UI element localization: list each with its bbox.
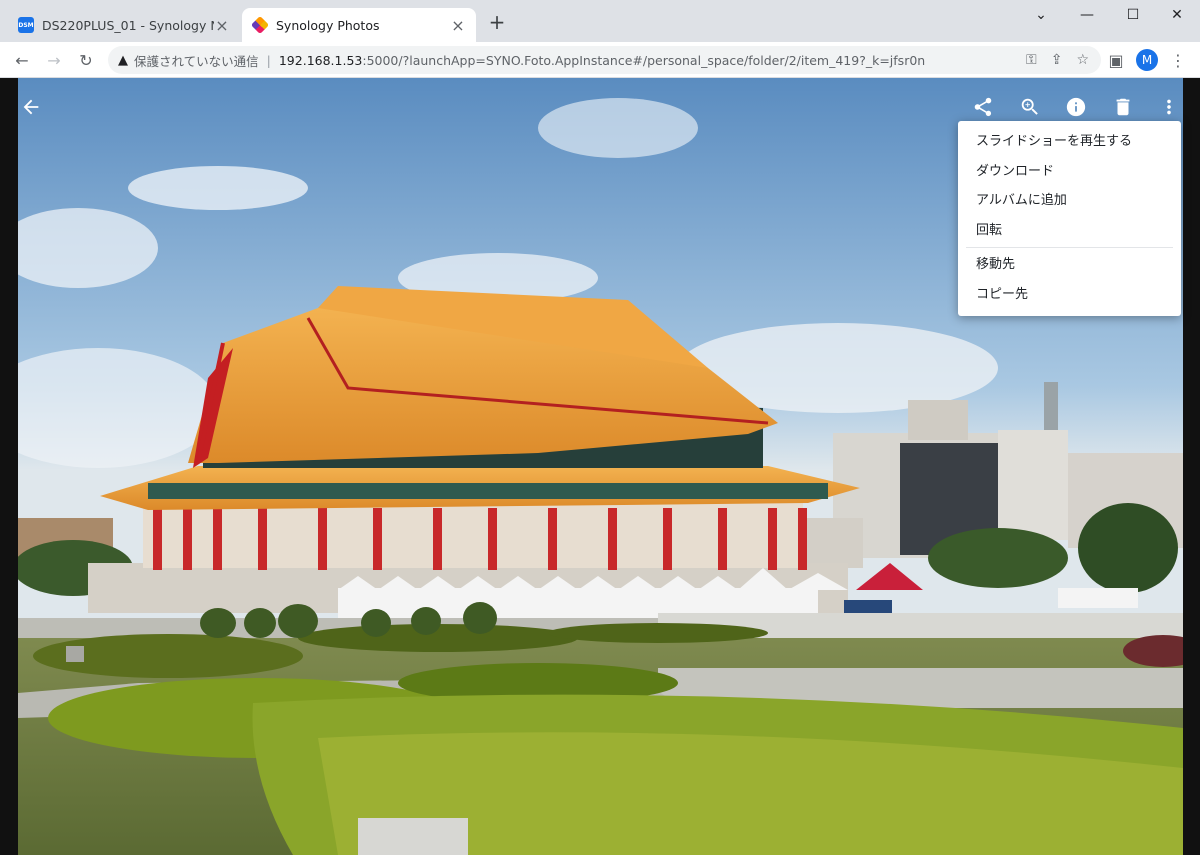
avatar[interactable]: M — [1136, 49, 1158, 71]
zoom-in-icon[interactable] — [1017, 94, 1043, 120]
share-icon[interactable] — [970, 94, 996, 120]
forward-icon[interactable]: → — [40, 46, 68, 74]
menu-item-slideshow[interactable]: スライドショーを再生する — [958, 127, 1181, 157]
bookmark-star-icon[interactable]: ☆ — [1076, 52, 1089, 68]
menu-item-download[interactable]: ダウンロード — [958, 157, 1181, 187]
menu-item-move-to[interactable]: 移動先 — [958, 250, 1181, 280]
maximize-button[interactable]: ☐ — [1110, 0, 1156, 30]
side-panel-icon[interactable]: ▣ — [1102, 46, 1130, 74]
menu-item-copy-to[interactable]: コピー先 — [958, 280, 1181, 310]
tab-title: DS220PLUS_01 - Synology NAS — [42, 17, 214, 33]
more-vert-icon[interactable] — [1156, 94, 1182, 120]
photo-context-menu: スライドショーを再生する ダウンロード アルバムに追加 回転 移動先 コピー先 — [958, 121, 1181, 316]
tab-title: Synology Photos — [276, 17, 380, 33]
back-arrow-icon[interactable] — [18, 94, 44, 120]
tab-strip: DSM DS220PLUS_01 - Synology NAS × Synolo… — [0, 0, 1200, 42]
reload-icon[interactable]: ↻ — [72, 46, 100, 74]
url-path: :5000/?launchApp=SYNO.Foto.AppInstance#/… — [362, 52, 926, 68]
divider: | — [266, 52, 271, 68]
tab-search-icon[interactable]: ⌄ — [1018, 0, 1064, 30]
close-icon[interactable]: × — [450, 16, 466, 35]
close-icon[interactable]: × — [214, 16, 230, 35]
tab-dsm[interactable]: DSM DS220PLUS_01 - Synology NAS × — [8, 8, 240, 42]
trash-icon[interactable] — [1110, 94, 1136, 120]
close-window-button[interactable]: ✕ — [1154, 0, 1200, 30]
menu-item-add-to-album[interactable]: アルバムに追加 — [958, 186, 1181, 216]
synology-photos-icon — [250, 15, 270, 35]
address-bar[interactable]: ▲ 保護されていない通信 | 192.168.1.53 :5000/?launc… — [108, 46, 1101, 74]
minimize-button[interactable]: — — [1064, 0, 1110, 30]
warning-icon[interactable]: ▲ — [118, 53, 128, 68]
url-host: 192.168.1.53 — [278, 52, 363, 68]
dsm-icon: DSM — [18, 17, 34, 33]
key-icon[interactable]: ⚿ — [1026, 52, 1037, 68]
menu-divider — [966, 247, 1173, 248]
share-icon[interactable]: ⇪ — [1051, 52, 1063, 68]
security-label[interactable]: 保護されていない通信 — [134, 51, 259, 70]
more-menu-icon[interactable]: ⋮ — [1164, 46, 1192, 74]
tab-synology-photos[interactable]: Synology Photos × — [242, 8, 476, 42]
back-icon[interactable]: ← — [8, 46, 36, 74]
browser-toolbar: ← → ↻ ▲ 保護されていない通信 | 192.168.1.53 :5000/… — [0, 42, 1200, 78]
info-icon[interactable] — [1063, 94, 1089, 120]
menu-item-rotate[interactable]: 回転 — [958, 216, 1181, 246]
new-tab-button[interactable]: + — [486, 12, 508, 34]
